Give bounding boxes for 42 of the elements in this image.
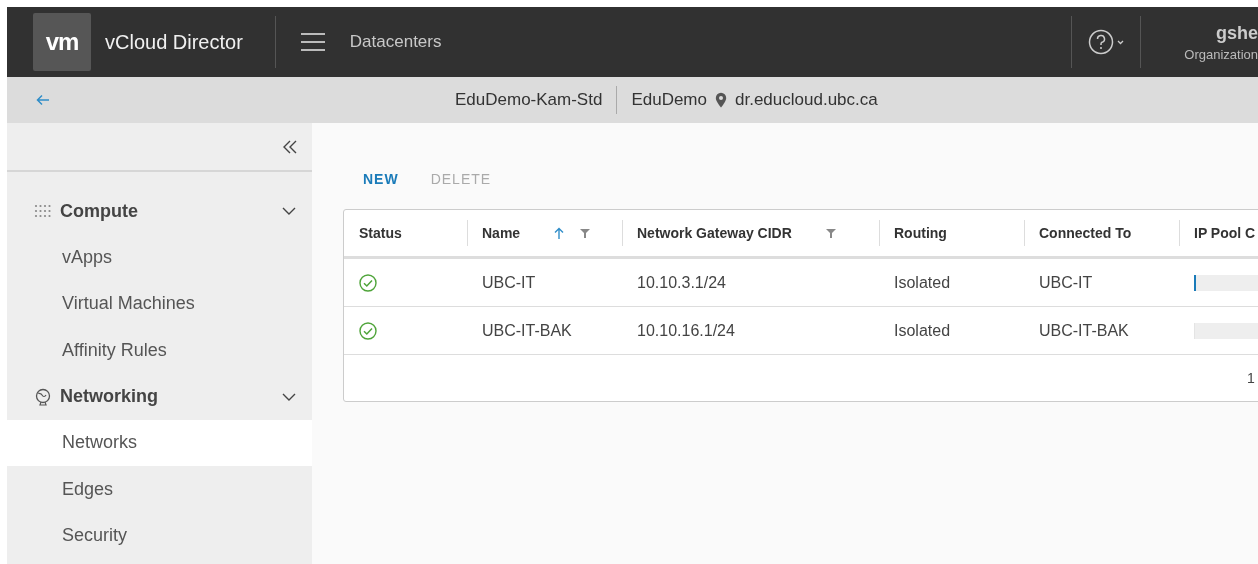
section-title[interactable]: Datacenters [349,32,442,52]
nav-item[interactable]: Virtual Machines [7,280,312,327]
row-count: 1 [1247,370,1255,386]
nav-item[interactable]: Affinity Rules [7,327,312,374]
table-cell: 10.10.3.1/24 [637,273,726,292]
grid-icon [34,203,52,219]
nav-item[interactable]: Security [7,512,312,559]
user-name[interactable]: gshe [1216,22,1258,44]
org-name: EduDemo [631,90,707,110]
menu-icon[interactable] [299,32,326,52]
back-arrow-icon[interactable] [36,94,50,106]
table-cell: UBC-IT-BAK [482,321,572,340]
table-cell: 10.10.16.1/24 [637,321,735,340]
vdc-name: EduDemo-Kam-Std [455,90,603,110]
nav-item[interactable]: Edges [7,466,312,513]
action-button[interactable]: NEW [357,171,405,187]
site-name: dr.educloud.ubc.ca [735,90,878,110]
table-cell: UBC-IT-BAK [1039,321,1129,340]
table-cell: UBC-IT [1039,273,1093,292]
nav-group[interactable]: Compute [7,188,312,234]
user-role: Organization [1184,46,1258,62]
location-pin-icon [715,92,727,108]
column-header[interactable]: Network Gateway CIDR [637,225,792,241]
column-header[interactable]: Connected To [1039,225,1132,241]
sort-up-arrow-icon[interactable] [554,227,565,239]
table-cell: UBC-IT [482,273,536,292]
table-cell: Isolated [894,321,951,340]
table-cell: Isolated [894,273,951,292]
nav-group[interactable]: Networking [7,373,312,420]
collapse-icon[interactable] [282,139,298,154]
globe-icon [34,387,52,406]
vm-logo[interactable]: vm [33,13,91,71]
filter-icon[interactable] [580,228,591,238]
column-header[interactable]: Name [482,225,521,241]
nav-item[interactable]: vApps [7,234,312,281]
column-header[interactable]: Status [359,225,402,241]
help-menu-button[interactable] [1088,29,1126,55]
filter-icon[interactable] [825,228,836,238]
column-header[interactable]: Routing [894,225,947,241]
column-header[interactable]: IP Pool C [1194,225,1256,241]
product-name: vCloud Director [105,30,243,54]
nav-item[interactable]: Networks [7,419,312,466]
